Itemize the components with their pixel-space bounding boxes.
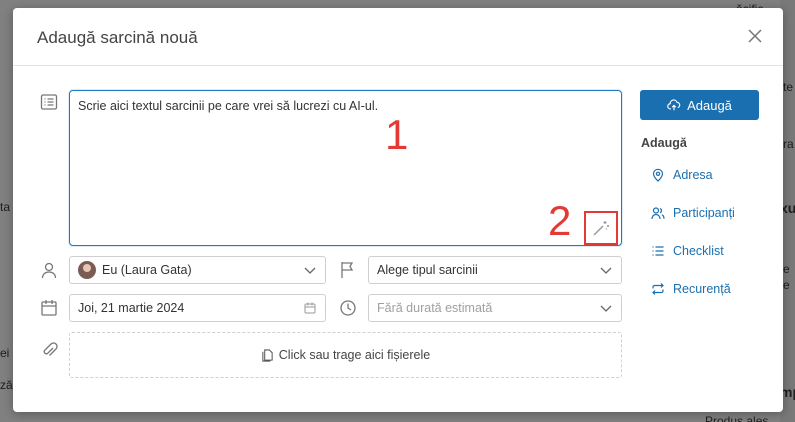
avatar bbox=[78, 261, 96, 279]
date-value: Joi, 21 martie 2024 bbox=[78, 301, 185, 315]
add-checklist-link[interactable]: Checklist bbox=[651, 244, 724, 258]
task-text-input[interactable]: Scrie aici textul sarcinii pe care vrei … bbox=[69, 90, 622, 246]
file-dropzone[interactable]: Click sau trage aici fișierele bbox=[69, 332, 622, 378]
recurrence-link-label: Recurență bbox=[673, 282, 731, 296]
duration-select[interactable]: Fără durată estimată bbox=[368, 294, 622, 322]
task-text: Scrie aici textul sarcinii pe care vrei … bbox=[78, 99, 379, 113]
participants-icon bbox=[651, 207, 665, 220]
add-task-modal: Adaugă sarcină nouă Scrie aici textul sa… bbox=[13, 8, 783, 412]
calendar-small-icon bbox=[303, 301, 317, 315]
address-link-label: Adresa bbox=[673, 168, 713, 182]
flag-icon bbox=[338, 260, 358, 280]
file-icon bbox=[262, 348, 273, 362]
chevron-down-icon bbox=[599, 263, 613, 277]
list-icon bbox=[39, 92, 59, 112]
dropzone-label: Click sau trage aici fișierele bbox=[278, 348, 431, 362]
add-address-link[interactable]: Adresa bbox=[651, 168, 713, 182]
annotation-number-2: 2 bbox=[548, 197, 572, 244]
checklist-link-label: Checklist bbox=[673, 244, 724, 258]
close-icon bbox=[748, 29, 762, 43]
add-participants-link[interactable]: Participanți bbox=[651, 206, 735, 220]
calendar-icon bbox=[39, 298, 59, 318]
magic-wand-icon bbox=[593, 221, 609, 236]
cloud-upload-icon bbox=[667, 99, 681, 111]
participants-link-label: Participanți bbox=[673, 206, 735, 220]
paperclip-icon bbox=[39, 340, 59, 360]
repeat-icon bbox=[652, 283, 664, 295]
modal-header: Adaugă sarcină nouă bbox=[13, 8, 783, 66]
assignee-select[interactable]: Eu (Laura Gata) bbox=[69, 256, 326, 284]
modal-title: Adaugă sarcină nouă bbox=[37, 28, 198, 47]
user-icon bbox=[39, 260, 59, 280]
checklist-icon bbox=[652, 246, 664, 256]
date-field[interactable]: Joi, 21 martie 2024 bbox=[69, 294, 326, 322]
task-type-value: Alege tipul sarcinii bbox=[377, 263, 478, 277]
add-section-heading: Adaugă bbox=[641, 136, 687, 150]
ai-magic-wand-button[interactable] bbox=[584, 211, 618, 245]
location-pin-icon bbox=[652, 168, 664, 182]
duration-placeholder: Fără durată estimată bbox=[377, 301, 493, 315]
chevron-down-icon bbox=[303, 263, 317, 277]
add-recurrence-link[interactable]: Recurență bbox=[651, 282, 731, 296]
add-button-label: Adaugă bbox=[687, 97, 732, 113]
close-button[interactable] bbox=[745, 26, 765, 46]
task-type-select[interactable]: Alege tipul sarcinii bbox=[368, 256, 622, 284]
clock-icon bbox=[338, 298, 358, 318]
add-task-button[interactable]: Adaugă bbox=[640, 90, 759, 120]
chevron-down-icon bbox=[599, 301, 613, 315]
annotation-number-1: 1 bbox=[385, 111, 409, 158]
assignee-value: Eu (Laura Gata) bbox=[102, 263, 192, 277]
